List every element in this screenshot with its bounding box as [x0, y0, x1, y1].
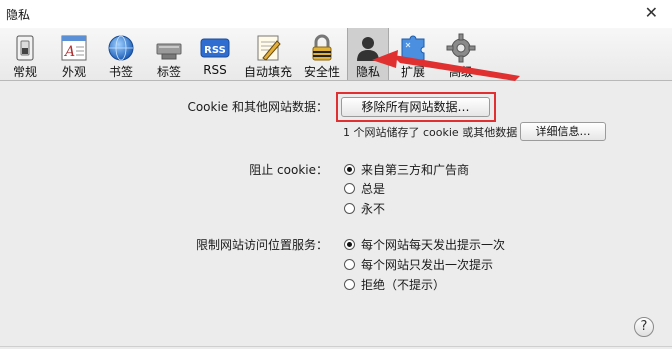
tab-rss[interactable]: RSS RSS [195, 28, 235, 80]
block-cookies-always-radio[interactable]: 总是 [344, 180, 385, 197]
tab-extensions-label: 扩展 [400, 65, 425, 79]
preferences-toolbar: 常规 A 外观 书签 标签 RSS RSS 自动填充 安全性 隐私 扩展 高级 [0, 28, 672, 81]
cookie-count-info: 1 个网站储存了 cookie 或其他数据 [343, 126, 518, 139]
tab-tabs[interactable]: 标签 [148, 28, 190, 80]
tab-appearance-label: 外观 [61, 65, 86, 79]
rss-icon: RSS [200, 38, 230, 58]
radio-label: 来自第三方和广告商 [361, 163, 470, 177]
tab-general[interactable]: 常规 [4, 28, 46, 80]
general-switch-icon [16, 35, 34, 61]
radio-selected-indicator [344, 239, 355, 250]
rss-icon-text: RSS [204, 45, 226, 56]
block-cookies-third-party-radio[interactable]: 来自第三方和广告商 [344, 161, 469, 178]
cookies-label: Cookie 和其他网站数据： [187, 100, 328, 114]
radio-label: 拒绝（不提示） [361, 278, 446, 292]
tab-autofill[interactable]: 自动填充 [240, 28, 296, 80]
radio-indicator [344, 183, 355, 194]
privacy-pane: Cookie 和其他网站数据： 移除所有网站数据… 1 个网站储存了 cooki… [0, 81, 672, 349]
svg-text:A: A [63, 44, 75, 60]
tab-privacy[interactable]: 隐私 [347, 28, 389, 80]
radio-label: 每个网站只发出一次提示 [361, 258, 494, 272]
tab-rss-label: RSS [203, 63, 227, 77]
remove-all-website-data-button[interactable]: 移除所有网站数据… [341, 97, 490, 117]
bottom-divider [0, 346, 672, 347]
radio-label: 永不 [361, 202, 386, 216]
tab-advanced[interactable]: 高级 [440, 28, 482, 80]
radio-indicator [344, 203, 355, 214]
bookmarks-globe-icon [108, 35, 134, 61]
radio-indicator [344, 259, 355, 270]
title-bar: 隐私 ✕ [0, 0, 672, 28]
help-button[interactable]: ? [634, 317, 654, 337]
block-cookies-label: 阻止 cookie： [249, 163, 328, 177]
tab-security-label: 安全性 [303, 65, 340, 79]
extensions-puzzle-icon [401, 35, 425, 61]
location-only-once-radio[interactable]: 每个网站只发出一次提示 [344, 256, 493, 273]
advanced-gear-icon [446, 33, 476, 63]
radio-label: 总是 [361, 182, 386, 196]
privacy-person-icon [357, 37, 379, 61]
tab-tabs-label: 标签 [156, 65, 181, 79]
tab-security[interactable]: 安全性 [300, 28, 344, 80]
location-services-label: 限制网站访问位置服务： [195, 238, 328, 252]
tab-bookmarks[interactable]: 书签 [100, 28, 142, 80]
radio-indicator [344, 279, 355, 290]
tab-advanced-label: 高级 [448, 65, 473, 79]
tab-general-label: 常规 [12, 65, 37, 79]
tab-bookmarks-label: 书签 [108, 65, 133, 79]
block-cookies-never-radio[interactable]: 永不 [344, 200, 385, 217]
appearance-font-icon: A [61, 35, 87, 61]
tab-extensions[interactable]: 扩展 [392, 28, 434, 80]
tab-appearance[interactable]: A 外观 [52, 28, 96, 80]
location-once-per-day-radio[interactable]: 每个网站每天发出提示一次 [344, 236, 505, 253]
radio-label: 每个网站每天发出提示一次 [361, 238, 506, 252]
tab-autofill-label: 自动填充 [243, 65, 292, 79]
window-title: 隐私 [6, 8, 31, 22]
radio-selected-indicator [344, 164, 355, 175]
security-lock-icon [312, 34, 332, 61]
tab-privacy-label: 隐私 [355, 65, 380, 79]
tabs-icon [156, 43, 182, 60]
close-button[interactable]: ✕ [645, 3, 658, 22]
location-deny-radio[interactable]: 拒绝（不提示） [344, 276, 445, 293]
details-button[interactable]: 详细信息… [520, 122, 606, 141]
autofill-pencil-icon [257, 35, 281, 61]
